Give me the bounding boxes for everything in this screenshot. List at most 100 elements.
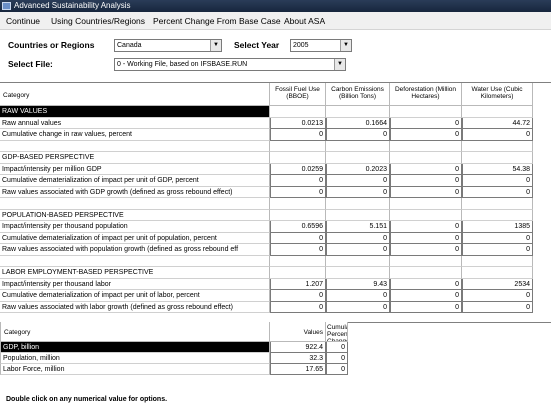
value-cell[interactable]: 0 bbox=[326, 175, 390, 187]
row-label bbox=[0, 255, 270, 267]
menu-bar: Continue Using Countries/Regions Percent… bbox=[0, 12, 551, 30]
empty-cell bbox=[390, 152, 462, 164]
empty-cell bbox=[270, 106, 326, 118]
empty-cell bbox=[462, 198, 533, 210]
summary-value-cell[interactable]: 32.3 bbox=[270, 353, 326, 364]
empty-cell bbox=[462, 209, 533, 221]
countries-label: Countries or Regions bbox=[8, 40, 95, 50]
chevron-down-icon[interactable]: ▼ bbox=[340, 40, 351, 51]
col-header-deforestation: Deforestation (Million Hectares) bbox=[390, 83, 462, 106]
value-cell[interactable]: 0 bbox=[390, 186, 462, 198]
summary-pct-cell[interactable]: 0 bbox=[326, 342, 348, 353]
col-header-carbon-emissions: Carbon Emissions (Billion Tons) bbox=[326, 83, 390, 106]
chevron-down-icon[interactable]: ▼ bbox=[210, 40, 221, 51]
value-cell[interactable]: 0 bbox=[326, 129, 390, 141]
value-cell[interactable]: 0 bbox=[390, 175, 462, 187]
value-cell[interactable]: 1.207 bbox=[270, 278, 326, 290]
menu-about-asa[interactable]: About ASA bbox=[284, 12, 325, 30]
value-cell[interactable]: 0 bbox=[390, 244, 462, 256]
app-icon bbox=[2, 2, 11, 10]
summary-pct-cell[interactable]: 0 bbox=[326, 353, 348, 364]
row-label: Impact/intensity per million GDP bbox=[0, 163, 270, 175]
value-cell[interactable]: 0 bbox=[270, 129, 326, 141]
value-cell[interactable]: 0 bbox=[270, 244, 326, 256]
window-title-bar: Advanced Sustainability Analysis bbox=[0, 0, 551, 12]
value-cell[interactable]: 0 bbox=[390, 232, 462, 244]
summary-value-cell[interactable]: 922.4 bbox=[270, 342, 326, 353]
value-cell[interactable]: 0 bbox=[462, 175, 533, 187]
value-cell[interactable]: 5.151 bbox=[326, 221, 390, 233]
value-cell[interactable]: 0 bbox=[326, 186, 390, 198]
summary-col-header-values: Values bbox=[270, 322, 326, 342]
value-cell[interactable]: 0.0213 bbox=[270, 117, 326, 129]
empty-cell bbox=[390, 209, 462, 221]
value-cell[interactable]: 0 bbox=[390, 221, 462, 233]
value-cell[interactable]: 0 bbox=[326, 290, 390, 302]
value-cell[interactable]: 0 bbox=[270, 232, 326, 244]
value-cell[interactable]: 0.1664 bbox=[326, 117, 390, 129]
value-cell[interactable]: 0 bbox=[462, 244, 533, 256]
row-label: Raw values associated with GDP growth (d… bbox=[0, 186, 270, 198]
value-cell[interactable]: 2534 bbox=[462, 278, 533, 290]
row-label: Impact/intensity per thousand labor bbox=[0, 278, 270, 290]
empty-cell bbox=[390, 267, 462, 279]
row-label: Raw annual values bbox=[0, 117, 270, 129]
value-cell[interactable]: 0.6596 bbox=[270, 221, 326, 233]
menu-using-countries-regions[interactable]: Using Countries/Regions bbox=[51, 12, 145, 30]
row-label bbox=[0, 140, 270, 152]
empty-cell bbox=[270, 209, 326, 221]
file-label: Select File: bbox=[8, 59, 53, 69]
value-cell[interactable]: 0 bbox=[462, 232, 533, 244]
empty-cell bbox=[390, 140, 462, 152]
summary-value-cell[interactable]: 17.65 bbox=[270, 364, 326, 375]
value-cell[interactable]: 0 bbox=[390, 290, 462, 302]
value-cell[interactable]: 0 bbox=[270, 175, 326, 187]
section-header: POPULATION-BASED PERSPECTIVE bbox=[0, 209, 270, 221]
chevron-down-icon[interactable]: ▼ bbox=[334, 59, 345, 70]
section-header: LABOR EMPLOYMENT-BASED PERSPECTIVE bbox=[0, 267, 270, 279]
row-label: Raw values associated with population gr… bbox=[0, 244, 270, 256]
summary-col-header-category: Category bbox=[0, 322, 270, 342]
summary-grid[interactable]: Category Values Cumulative Percentage Ch… bbox=[0, 322, 551, 377]
value-cell[interactable]: 0 bbox=[270, 186, 326, 198]
empty-cell bbox=[462, 255, 533, 267]
year-label: Select Year bbox=[234, 40, 280, 50]
value-cell[interactable]: 0 bbox=[390, 129, 462, 141]
analysis-grid[interactable]: Category Fossil Fuel Use (BBOE) Carbon E… bbox=[0, 82, 551, 323]
row-label: Cumulative dematerialization of impact p… bbox=[0, 175, 270, 187]
countries-select[interactable]: Canada ▼ bbox=[114, 39, 222, 52]
value-cell[interactable]: 0 bbox=[390, 278, 462, 290]
file-value: 0 - Working File, based on IFSBASE.RUN bbox=[117, 61, 248, 68]
summary-pct-cell[interactable]: 0 bbox=[326, 364, 348, 375]
row-label: Cumulative dematerialization of impact p… bbox=[0, 290, 270, 302]
menu-percent-change[interactable]: Percent Change From Base Case bbox=[153, 12, 281, 30]
value-cell[interactable]: 1385 bbox=[462, 221, 533, 233]
empty-cell bbox=[270, 140, 326, 152]
value-cell[interactable]: 0 bbox=[326, 232, 390, 244]
value-cell[interactable]: 0.2023 bbox=[326, 163, 390, 175]
value-cell[interactable]: 0 bbox=[390, 163, 462, 175]
section-header: RAW VALUES bbox=[0, 106, 270, 118]
value-cell[interactable]: 44.72 bbox=[462, 117, 533, 129]
value-cell[interactable]: 0 bbox=[462, 129, 533, 141]
file-select[interactable]: 0 - Working File, based on IFSBASE.RUN ▼ bbox=[114, 58, 346, 71]
value-cell[interactable]: 0 bbox=[390, 117, 462, 129]
value-cell[interactable]: 54.38 bbox=[462, 163, 533, 175]
value-cell[interactable]: 9.43 bbox=[326, 278, 390, 290]
value-cell[interactable]: 0 bbox=[462, 301, 533, 313]
value-cell[interactable]: 0 bbox=[326, 244, 390, 256]
value-cell[interactable]: 0 bbox=[270, 301, 326, 313]
empty-cell bbox=[270, 255, 326, 267]
value-cell[interactable]: 0 bbox=[462, 290, 533, 302]
summary-row-label: GDP, billion bbox=[0, 342, 270, 353]
value-cell[interactable]: 0 bbox=[326, 301, 390, 313]
empty-cell bbox=[326, 209, 390, 221]
row-label: Cumulative change in raw values, percent bbox=[0, 129, 270, 141]
value-cell[interactable]: 0 bbox=[462, 186, 533, 198]
row-label: Cumulative dematerialization of impact p… bbox=[0, 232, 270, 244]
menu-continue[interactable]: Continue bbox=[6, 12, 40, 30]
value-cell[interactable]: 0 bbox=[390, 301, 462, 313]
year-select[interactable]: 2005 ▼ bbox=[290, 39, 352, 52]
value-cell[interactable]: 0.0259 bbox=[270, 163, 326, 175]
value-cell[interactable]: 0 bbox=[270, 290, 326, 302]
